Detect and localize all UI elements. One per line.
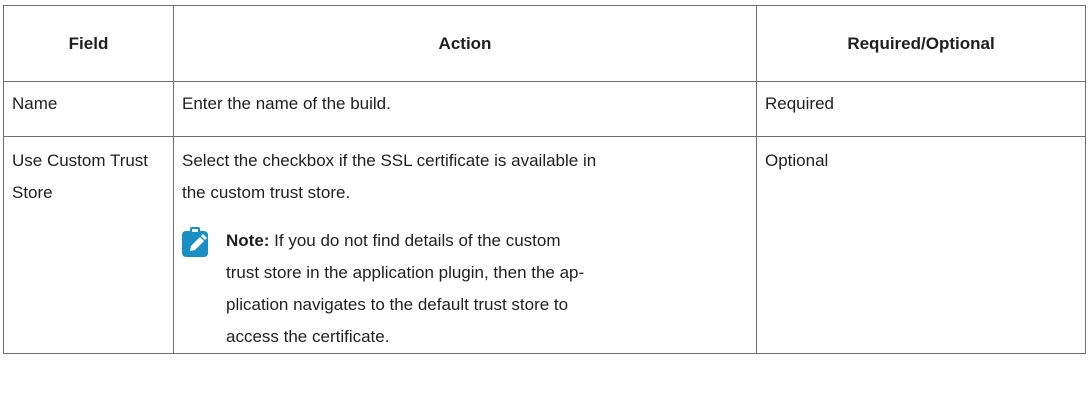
table-row-custom-trust-store: Use Custom Trust Store Select the checkb… (3, 136, 1086, 354)
cell-field-name: Name (3, 81, 174, 137)
cell-action-name: Enter the name of the build. (173, 81, 757, 137)
note-line-4: access the certificate. (226, 327, 390, 346)
table-row-name: Name Enter the name of the build. Requir… (3, 81, 1086, 137)
cell-field-custom-trust-store: Use Custom Trust Store (3, 136, 174, 354)
note-line-1: Note: If you do not find details of the … (226, 225, 606, 257)
pencil-note-icon (182, 227, 212, 257)
table-header-row: Field Action Required/Optional (3, 5, 1086, 82)
header-field: Field (3, 5, 174, 82)
note-line-1-text: If you do not find details of the custom (269, 231, 561, 250)
note-line-2: trust store in the application plugin, t… (226, 263, 585, 282)
note-text: Note: If you do not find details of the … (226, 225, 606, 353)
field-line-1: Use Custom Trust (12, 151, 149, 170)
header-action: Action (173, 5, 757, 82)
action-line-1: Select the checkbox if the SSL certifica… (182, 151, 597, 170)
note-label: Note: (226, 231, 270, 250)
fields-table: Field Action Required/Optional Name Ente… (3, 5, 1086, 354)
cell-required-name: Required (756, 81, 1086, 137)
cell-action-custom-trust-store: Select the checkbox if the SSL certifica… (173, 136, 757, 354)
action-line-2: the custom trust store. (182, 183, 351, 202)
cell-required-custom-trust-store: Optional (756, 136, 1086, 354)
note-line-3: plication navigates to the default trust… (226, 295, 569, 314)
field-line-2: Store (12, 183, 53, 202)
note-block: Note: If you do not find details of the … (182, 225, 748, 353)
header-required-optional: Required/Optional (756, 5, 1086, 82)
